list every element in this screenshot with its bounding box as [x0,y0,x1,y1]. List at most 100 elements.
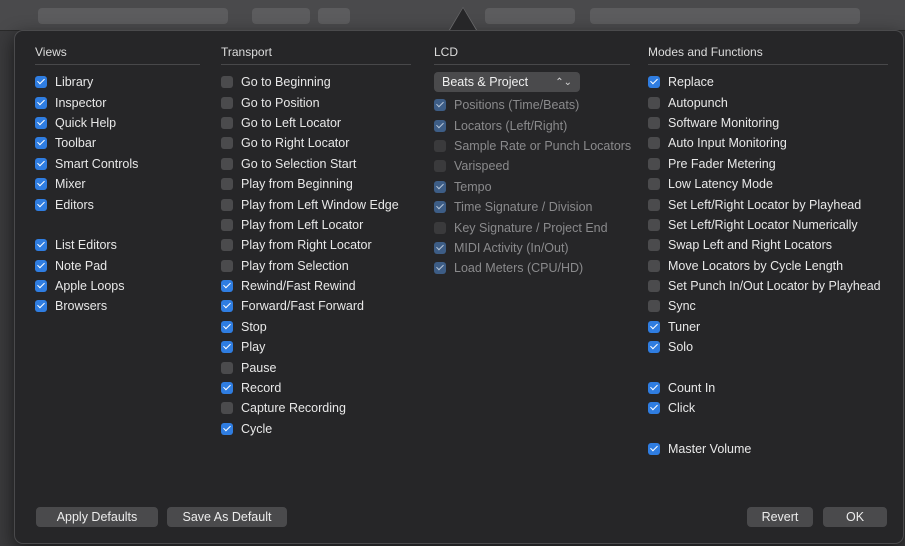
ok-button[interactable]: OK [823,507,887,527]
transport-option[interactable]: Capture Recording [221,398,411,418]
modes-option[interactable]: Swap Left and Right Locators [648,235,888,255]
modes-option[interactable]: Click [648,398,888,418]
transport-option[interactable]: Rewind/Fast Rewind [221,276,411,296]
transport-option[interactable]: Record [221,378,411,398]
transport-option[interactable]: Forward/Fast Forward [221,296,411,316]
transport-option[interactable]: Play from Selection [221,256,411,276]
modes-option[interactable]: Move Locators by Cycle Length [648,256,888,276]
checkbox[interactable] [221,96,233,109]
transport-option[interactable]: Play from Right Locator [221,235,411,255]
checkbox[interactable] [648,382,660,395]
checkbox[interactable] [434,99,446,112]
checkbox[interactable] [648,280,660,293]
transport-option[interactable]: Pause [221,357,411,377]
modes-option[interactable]: Master Volume [648,439,888,459]
views-option[interactable]: Toolbar [35,133,200,153]
checkbox[interactable] [648,137,660,150]
checkbox[interactable] [35,239,47,252]
checkbox[interactable] [221,382,233,395]
transport-option[interactable]: Play from Left Locator [221,215,411,235]
checkbox[interactable] [648,402,660,415]
modes-option[interactable]: Set Left/Right Locator Numerically [648,215,888,235]
checkbox[interactable] [648,320,660,333]
views-option[interactable]: Library [35,72,200,92]
transport-option[interactable]: Go to Position [221,92,411,112]
checkbox[interactable] [221,361,233,374]
checkbox[interactable] [221,280,233,293]
checkbox[interactable] [648,178,660,191]
checkbox[interactable] [221,116,233,129]
checkbox[interactable] [221,402,233,415]
checkbox[interactable] [221,198,233,211]
checkbox[interactable] [648,443,660,456]
transport-option[interactable]: Go to Left Locator [221,113,411,133]
checkbox[interactable] [434,201,446,214]
transport-option[interactable]: Go to Right Locator [221,133,411,153]
transport-option[interactable]: Go to Beginning [221,72,411,92]
checkbox[interactable] [221,300,233,313]
modes-option[interactable]: Autopunch [648,92,888,112]
lcd-mode-select[interactable]: Beats & Project ⌃⌄ [434,72,580,92]
modes-option[interactable]: Count In [648,378,888,398]
checkbox[interactable] [35,178,47,191]
checkbox[interactable] [35,96,47,109]
modes-option[interactable]: Replace [648,72,888,92]
transport-option[interactable]: Cycle [221,419,411,439]
checkbox[interactable] [648,198,660,211]
lcd-option[interactable]: Locators (Left/Right) [434,115,630,135]
revert-button[interactable]: Revert [747,507,813,527]
checkbox[interactable] [434,262,446,275]
checkbox[interactable] [434,221,446,234]
modes-option[interactable]: Set Punch In/Out Locator by Playhead [648,276,888,296]
checkbox[interactable] [221,157,233,170]
views-option[interactable]: Apple Loops [35,276,200,296]
views-option[interactable]: Smart Controls [35,154,200,174]
views-option[interactable]: Browsers [35,296,200,316]
modes-option[interactable]: Low Latency Mode [648,174,888,194]
modes-option[interactable]: Tuner [648,317,888,337]
views-option[interactable]: Quick Help [35,113,200,133]
checkbox[interactable] [35,259,47,272]
checkbox[interactable] [221,341,233,354]
checkbox[interactable] [221,259,233,272]
modes-option[interactable]: Pre Fader Metering [648,154,888,174]
checkbox[interactable] [221,320,233,333]
modes-option[interactable]: Auto Input Monitoring [648,133,888,153]
checkbox[interactable] [35,198,47,211]
checkbox[interactable] [221,137,233,150]
checkbox[interactable] [35,280,47,293]
lcd-option[interactable]: Varispeed [434,156,630,176]
checkbox[interactable] [35,137,47,150]
checkbox[interactable] [35,300,47,313]
transport-option[interactable]: Play from Beginning [221,174,411,194]
lcd-option[interactable]: MIDI Activity (In/Out) [434,238,630,258]
checkbox[interactable] [221,218,233,231]
checkbox[interactable] [35,157,47,170]
checkbox[interactable] [221,422,233,435]
lcd-option[interactable]: Time Signature / Division [434,197,630,217]
views-option[interactable]: Mixer [35,174,200,194]
lcd-option[interactable]: Sample Rate or Punch Locators [434,136,631,156]
transport-option[interactable]: Stop [221,317,411,337]
checkbox[interactable] [35,76,47,89]
lcd-option[interactable]: Load Meters (CPU/HD) [434,258,630,278]
views-option[interactable]: Note Pad [35,256,200,276]
checkbox[interactable] [434,180,446,193]
checkbox[interactable] [648,96,660,109]
lcd-option[interactable]: Key Signature / Project End [434,217,630,237]
modes-option[interactable]: Software Monitoring [648,113,888,133]
modes-option[interactable]: Set Left/Right Locator by Playhead [648,194,888,214]
views-option[interactable]: Editors [35,194,200,214]
modes-option[interactable]: Sync [648,296,888,316]
checkbox[interactable] [648,218,660,231]
transport-option[interactable]: Play from Left Window Edge [221,194,411,214]
checkbox[interactable] [434,241,446,254]
transport-option[interactable]: Go to Selection Start [221,154,411,174]
save-as-default-button[interactable]: Save As Default [167,507,287,527]
apply-defaults-button[interactable]: Apply Defaults [36,507,158,527]
checkbox[interactable] [221,76,233,89]
checkbox[interactable] [648,300,660,313]
modes-option[interactable]: Solo [648,337,888,357]
transport-option[interactable]: Play [221,337,411,357]
checkbox[interactable] [434,119,446,132]
